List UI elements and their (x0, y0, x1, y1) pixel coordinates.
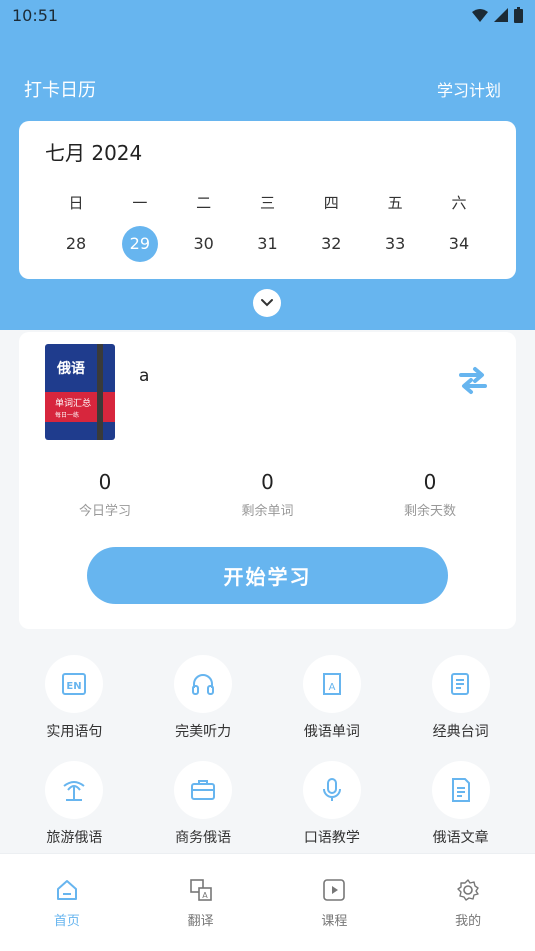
stat-value: 0 (423, 470, 437, 494)
calendar-month-title: 七月 2024 (45, 141, 143, 165)
feature-travel-russian[interactable]: 旅游俄语 (19, 761, 129, 867)
feature-classic-lines[interactable]: 经典台词 (406, 655, 516, 761)
signal-icon (494, 8, 508, 22)
battery-icon (514, 7, 523, 23)
svg-text:A: A (202, 891, 208, 900)
feature-business-russian[interactable]: 商务俄语 (148, 761, 258, 867)
gear-icon (457, 879, 479, 901)
calendar-date[interactable]: 28 (53, 226, 99, 262)
bottom-tab-bar: 首页 A 翻译 课程 我的 (0, 853, 535, 951)
calendar-date-selected[interactable]: 29 (117, 226, 163, 262)
page-header: 打卡日历 学习计划 (0, 74, 535, 104)
weekday-label: 六 (451, 194, 467, 212)
svg-text:EN: EN (67, 681, 82, 692)
word-book-icon: A (322, 673, 341, 695)
calendar-date[interactable]: 32 (308, 226, 354, 262)
weekday-label: 五 (387, 194, 403, 212)
feature-russian-words[interactable]: A 俄语单词 (277, 655, 387, 761)
feature-label: 口语教学 (303, 830, 360, 846)
book-cover-subtitle: 每日一练 (55, 412, 80, 419)
feature-label: 商务俄语 (175, 830, 232, 846)
calendar-date[interactable]: 34 (436, 226, 482, 262)
start-study-button[interactable]: 开始学习 (87, 547, 448, 604)
weekday-row: 日 一 二 三 四 五 六 (45, 192, 490, 214)
status-time: 10:51 (12, 5, 59, 25)
translate-icon: A (189, 879, 212, 901)
feature-grid: EN 实用语句 完美听力 A 俄语单词 经典台词 旅游俄语 商务俄语 口语教学 (0, 655, 535, 867)
weekday-label: 日 (68, 194, 84, 212)
svg-text:A: A (328, 682, 335, 693)
briefcase-icon (191, 780, 216, 800)
tab-label: 课程 (321, 914, 348, 929)
book-strap (97, 344, 103, 440)
article-icon (451, 778, 470, 802)
book-cover[interactable]: 俄语 单词汇总 每日一练 (45, 344, 115, 440)
feature-practical-phrases[interactable]: EN 实用语句 (19, 655, 129, 761)
en-card-icon: EN (62, 673, 87, 695)
headphones-icon (192, 674, 215, 695)
wifi-icon (472, 9, 488, 22)
course-play-icon (323, 879, 346, 901)
feature-label: 俄语文章 (432, 830, 489, 846)
feature-label: 俄语单词 (303, 724, 360, 740)
tab-label: 我的 (455, 914, 482, 929)
status-bar: 10:51 (0, 0, 535, 30)
microphone-icon (322, 778, 341, 801)
study-plan-link[interactable]: 学习计划 (437, 77, 501, 101)
study-stats: 0 今日学习 0 剩余单词 0 剩余天数 (19, 470, 516, 519)
stat-today: 0 今日学习 (55, 470, 155, 519)
weekday-label: 二 (196, 194, 212, 212)
stat-value: 0 (261, 470, 274, 494)
stat-remaining-words: 0 剩余单词 (218, 470, 318, 519)
tab-home[interactable]: 首页 (27, 878, 107, 951)
date-row: 28 29 30 31 32 33 34 (45, 226, 490, 262)
expand-calendar-button[interactable] (253, 289, 281, 317)
script-icon (450, 673, 469, 695)
stat-label: 剩余天数 (403, 504, 456, 519)
feature-listening[interactable]: 完美听力 (148, 655, 258, 761)
calendar-date[interactable]: 33 (372, 226, 418, 262)
status-icons (472, 7, 523, 23)
study-card: 俄语 单词汇总 每日一练 a 0 今日学习 0 剩余单词 0 剩余天数 开始学习 (19, 332, 516, 629)
tab-course[interactable]: 课程 (294, 878, 374, 951)
tab-mine[interactable]: 我的 (428, 878, 508, 951)
stat-label: 今日学习 (78, 504, 131, 519)
feature-label: 完美听力 (175, 724, 232, 740)
feature-label: 实用语句 (46, 724, 103, 740)
weekday-label: 一 (132, 194, 148, 212)
stat-value: 0 (98, 470, 112, 494)
book-name: a (139, 366, 150, 386)
home-icon (56, 880, 77, 900)
stat-remaining-days: 0 剩余天数 (380, 470, 480, 519)
calendar-card: 七月 2024 日 一 二 三 四 五 六 28 29 30 31 32 33 … (19, 121, 516, 279)
weekday-label: 四 (323, 194, 339, 212)
swap-book-icon[interactable] (457, 364, 489, 396)
stat-label: 剩余单词 (241, 504, 294, 519)
tab-label: 首页 (53, 914, 80, 929)
weekday-label: 三 (259, 194, 275, 212)
feature-speaking[interactable]: 口语教学 (277, 761, 387, 867)
book-cover-band-text: 单词汇总 (55, 399, 92, 409)
feature-label: 经典台词 (432, 724, 489, 740)
feature-russian-articles[interactable]: 俄语文章 (406, 761, 516, 867)
calendar-date[interactable]: 30 (181, 226, 227, 262)
chevron-down-icon (261, 299, 273, 307)
calendar-date[interactable]: 31 (244, 226, 290, 262)
tab-label: 翻译 (187, 914, 214, 929)
book-cover-title: 俄语 (57, 361, 85, 377)
checkin-calendar-title: 打卡日历 (24, 80, 96, 101)
palm-tree-icon (63, 781, 85, 801)
feature-label: 旅游俄语 (46, 830, 103, 846)
tab-translate[interactable]: A 翻译 (161, 878, 241, 951)
